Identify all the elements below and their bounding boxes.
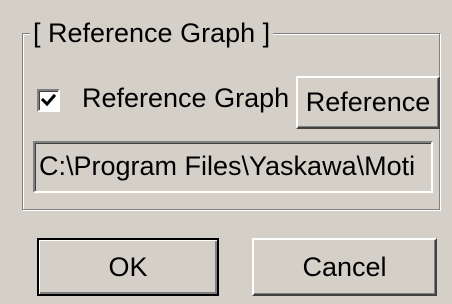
ok-button[interactable]: OK [37,238,219,296]
reference-path-field[interactable]: C:\Program Files\Yaskawa\Moti [33,141,433,193]
checkmark-icon [40,93,57,107]
cancel-button[interactable]: Cancel [252,238,437,296]
reference-graph-checkbox[interactable] [37,89,60,112]
reference-graph-checkbox-label[interactable]: Reference Graph [82,78,289,118]
reference-button[interactable]: Reference [296,76,440,129]
groupbox-title: [ Reference Graph ] [30,13,274,53]
